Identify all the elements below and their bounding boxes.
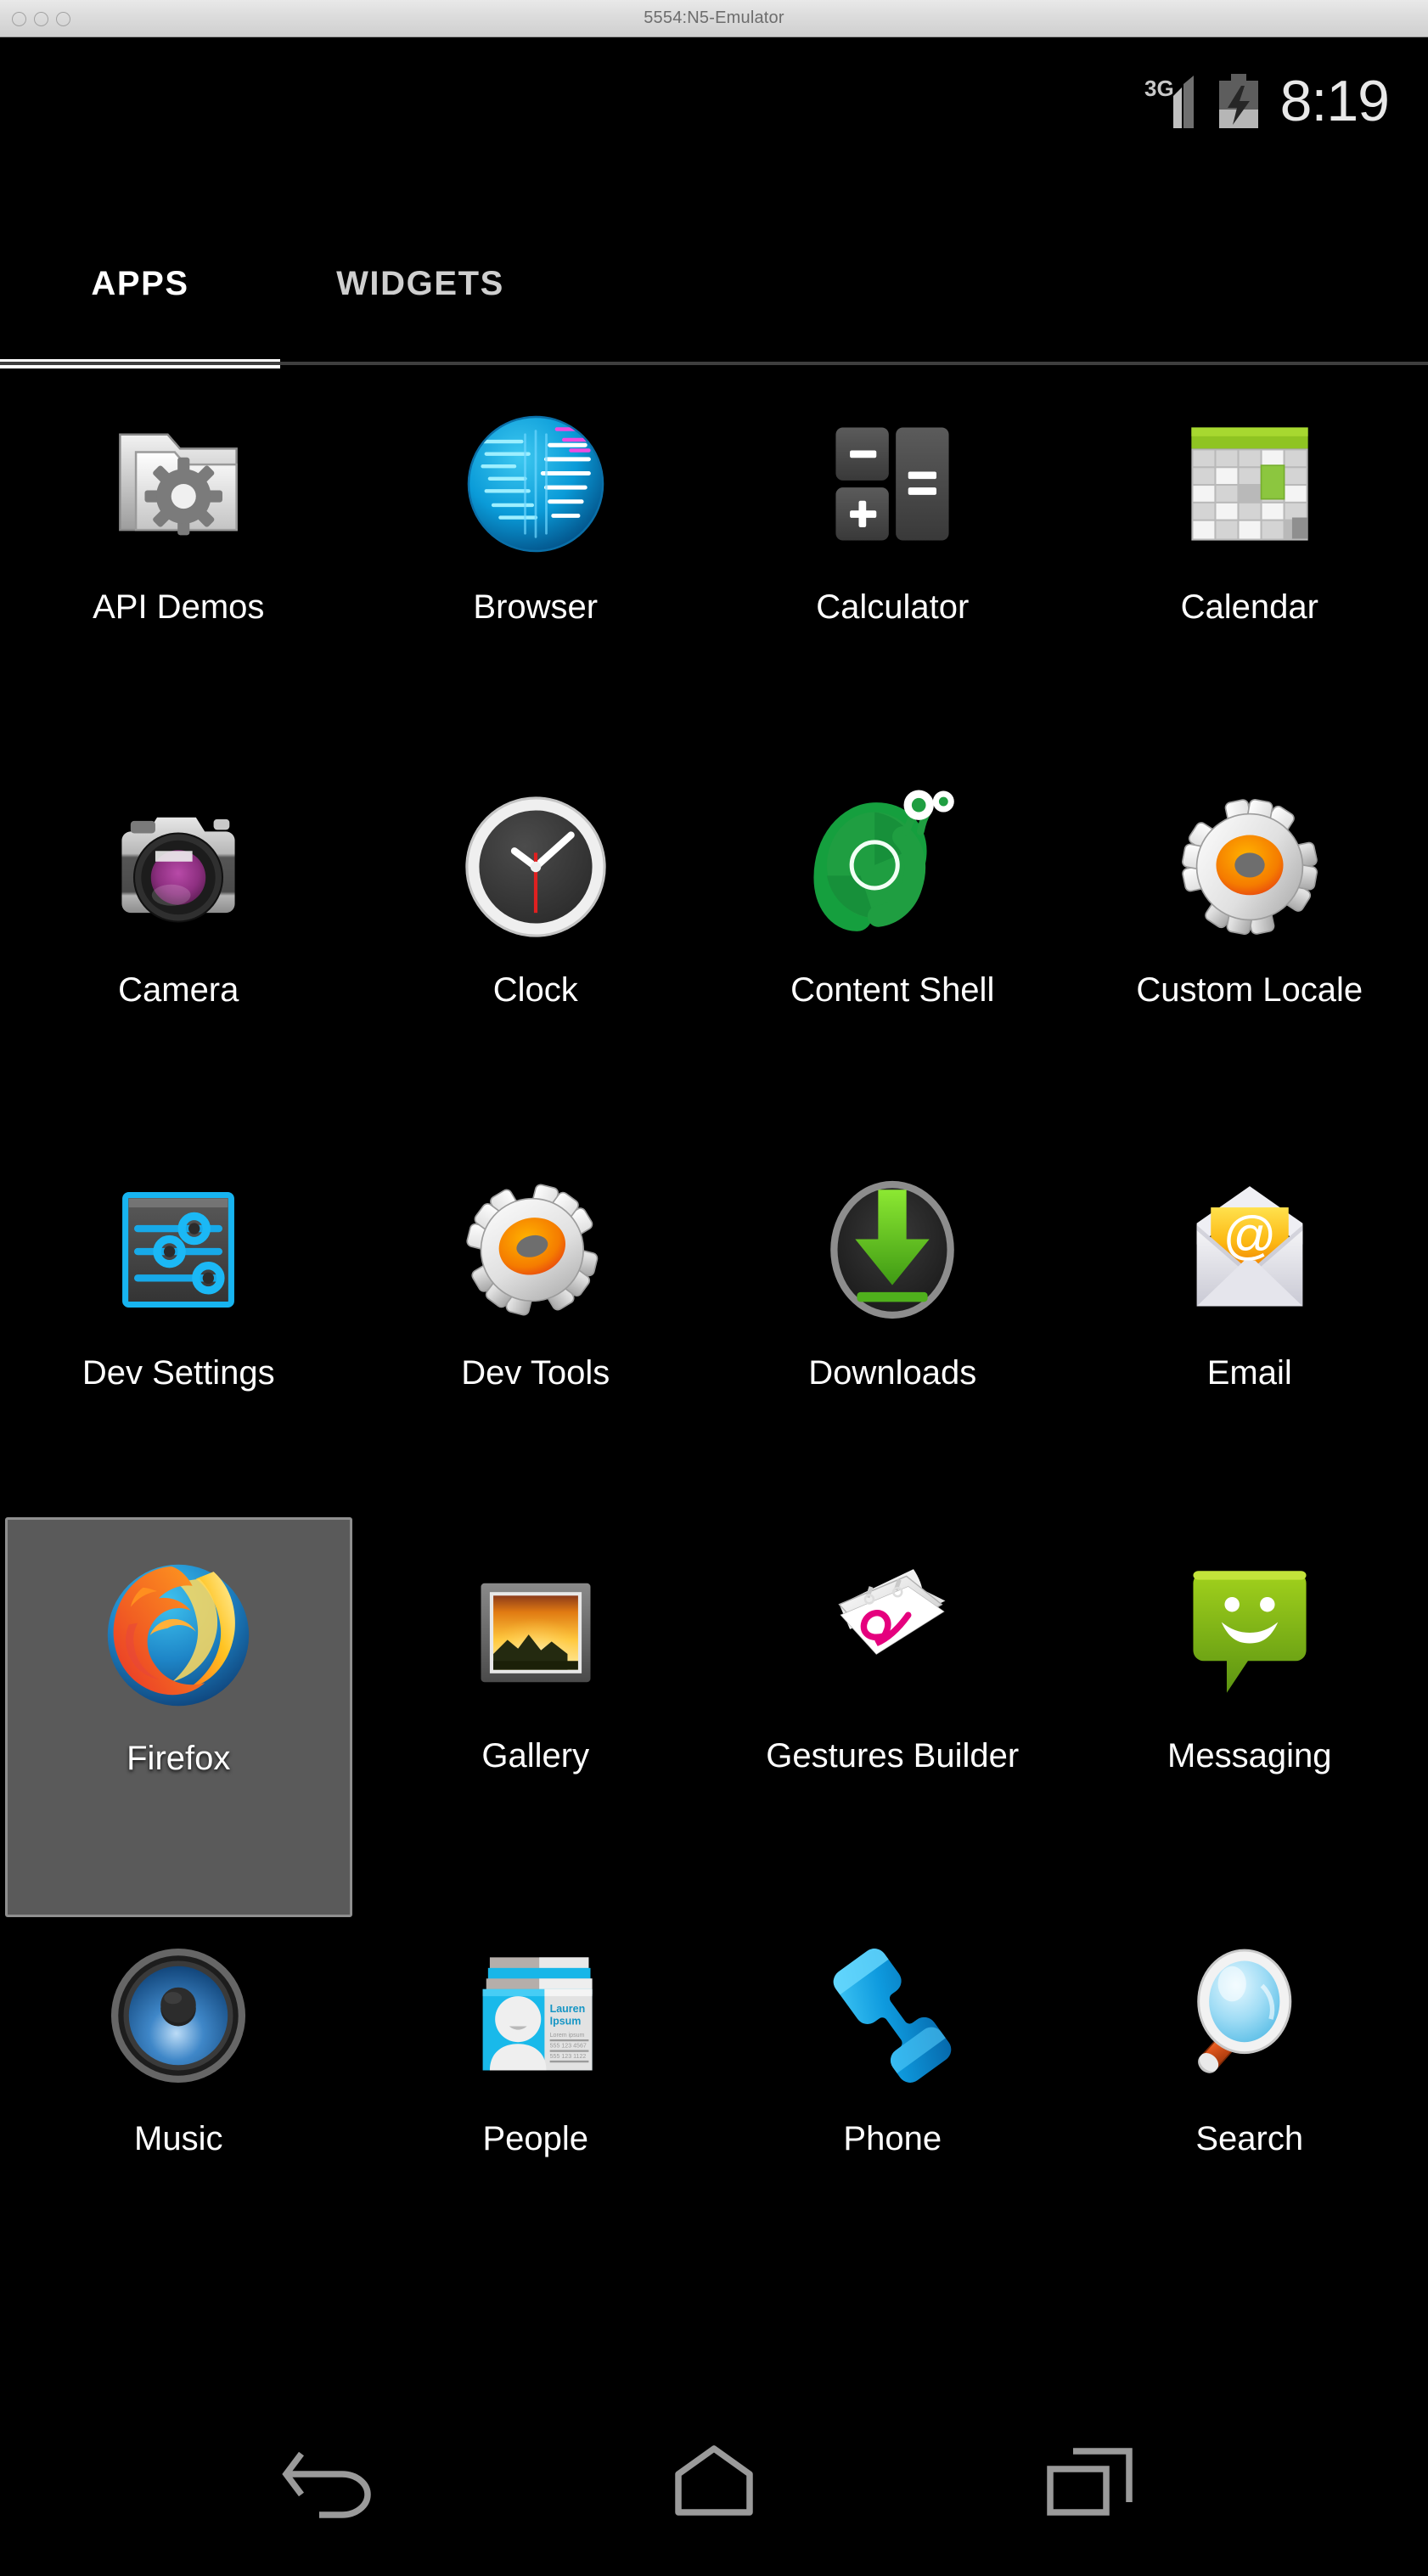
contact-card-icon: Lauren Ipsum Lorem ipsum 555 123 4567 555 … [447,1927,624,2104]
window-title: 5554:N5-Emulator [644,8,784,27]
back-arrow-icon [282,2451,371,2518]
speech-bubble-smiley-icon [1161,1544,1338,1721]
app-label: Custom Locale [1136,971,1363,1009]
app-item-gallery[interactable]: Gallery [357,1526,715,1909]
app-item-calculator[interactable]: Calculator [714,377,1071,760]
calculator-keys-icon [804,396,981,572]
zoom-button[interactable] [56,11,70,26]
app-label: Search [1195,2120,1304,2157]
app-label: Browser [473,588,599,626]
app-label: Camera [118,971,239,1009]
app-label: Calendar [1180,588,1318,626]
recents-button[interactable] [1025,2436,1152,2529]
home-button[interactable] [650,2436,778,2529]
app-item-custom-locale[interactable]: Custom Locale [1071,760,1428,1143]
status-bar: 3G 8:19 [0,37,1428,165]
app-item-music[interactable]: Music [0,1909,357,2292]
app-item-firefox[interactable]: Firefox [5,1517,352,1917]
globe-icon [447,396,624,572]
emulator-window: 5554:N5-Emulator 3G 8:19 APPS WIDGETS AP… [0,0,1428,2576]
app-item-content-shell[interactable]: Content Shell [714,760,1071,1143]
app-label: Music [134,2120,223,2157]
window-controls[interactable] [12,0,70,37]
app-label: Email [1206,1354,1292,1392]
svg-text:3G: 3G [1144,76,1174,101]
back-button[interactable] [276,2436,403,2529]
svg-text:555 123 1122: 555 123 1122 [549,2054,586,2060]
svg-text:555 123 4567: 555 123 4567 [549,2043,586,2049]
app-grid: API Demos Browser Calculator Calendar Ca… [0,377,1428,2389]
folder-gear-icon [90,396,267,572]
recents-icon [1046,2447,1133,2516]
app-item-clock[interactable]: Clock [357,760,715,1143]
app-item-downloads[interactable]: Downloads [714,1143,1071,1526]
app-label: Gallery [481,1737,590,1775]
drawer-tabs[interactable]: APPS WIDGETS [0,199,1428,368]
app-item-dev-settings[interactable]: Dev Settings [0,1143,357,1526]
tab-apps[interactable]: APPS [0,199,280,368]
app-item-calendar[interactable]: Calendar [1071,377,1428,760]
app-item-search[interactable]: Search [1071,1909,1428,2292]
app-label: Dev Tools [461,1354,610,1392]
app-item-phone[interactable]: Phone [714,1909,1071,2292]
speaker-icon [90,1927,267,2104]
navigation-bar[interactable] [0,2389,1428,2576]
app-item-api-demos[interactable]: API Demos [0,377,357,760]
tab-divider [0,362,1428,365]
sliders-icon [90,1161,267,1338]
window-title-bar: 5554:N5-Emulator [0,0,1428,37]
app-item-gestures-builder[interactable]: Gestures Builder [714,1526,1071,1909]
app-item-messaging[interactable]: Messaging [1071,1526,1428,1909]
green-snail-icon [804,779,981,955]
app-item-camera[interactable]: Camera [0,760,357,1143]
phone-handset-icon [804,1927,981,2104]
tab-widgets-label: WIDGETS [336,264,504,302]
tab-apps-label: APPS [91,264,189,302]
magnifier-icon [1161,1927,1338,2104]
app-label: Firefox [126,1740,231,1777]
gear-orange-icon [447,1161,624,1338]
app-label: Gestures Builder [766,1737,1020,1775]
minimize-button[interactable] [34,11,48,26]
analog-clock-icon [447,779,624,955]
status-clock: 8:19 [1279,69,1390,133]
notepad-gesture-icon [804,1544,981,1721]
app-label: Content Shell [790,971,995,1009]
download-arrow-icon [804,1161,981,1338]
camera-icon [90,779,267,955]
firefox-icon [90,1547,267,1724]
app-label: API Demos [93,588,265,626]
app-item-dev-tools[interactable]: Dev Tools [357,1143,715,1526]
app-item-browser[interactable]: Browser [357,377,715,760]
close-button[interactable] [12,11,26,26]
calendar-grid-icon [1161,396,1338,572]
home-icon [675,2444,753,2516]
app-label: Downloads [808,1354,977,1392]
battery-charging-icon [1218,74,1258,128]
contact-name: Lauren [549,2003,585,2015]
tab-widgets[interactable]: WIDGETS [280,199,560,368]
svg-text:Lorem ipsum: Lorem ipsum [549,2033,584,2039]
gear-orange-icon [1161,779,1338,955]
app-label: People [482,2120,589,2157]
app-label: Dev Settings [82,1354,275,1392]
android-screen: 3G 8:19 APPS WIDGETS API Demos Browser C… [0,37,1428,2576]
picture-frame-icon [447,1544,624,1721]
svg-text:Ipsum: Ipsum [549,2015,581,2027]
app-label: Phone [843,2120,942,2157]
signal-bars-icon: 3G [1144,76,1194,128]
envelope-at-icon: @ [1161,1161,1338,1338]
app-label: Messaging [1167,1737,1332,1775]
app-item-people[interactable]: Lauren Ipsum Lorem ipsum 555 123 4567 555 … [357,1909,715,2292]
app-item-email[interactable]: @ Email [1071,1143,1428,1526]
app-label: Calculator [816,588,970,626]
app-label: Clock [492,971,578,1009]
